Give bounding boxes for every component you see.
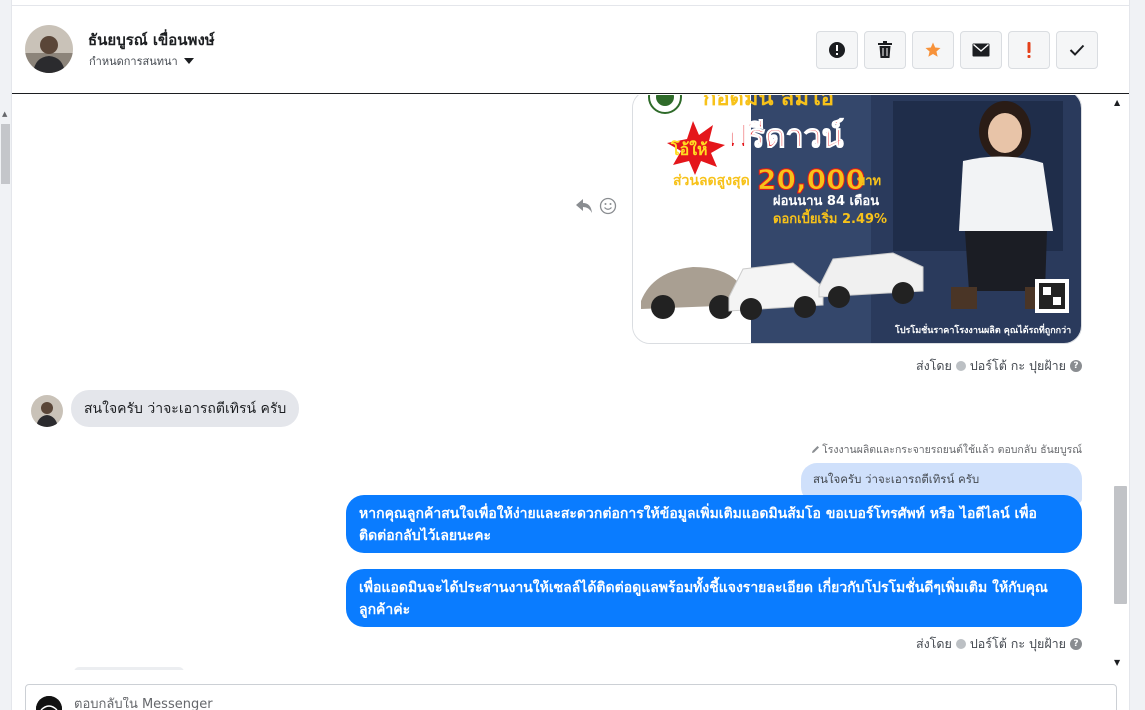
- message-actions: [575, 197, 617, 215]
- outgoing-message[interactable]: หากคุณลูกค้าสนใจเพื่อให้ง่ายและสะดวกต่อก…: [346, 495, 1082, 553]
- thread-scroll-thumb[interactable]: [1114, 486, 1127, 604]
- check-icon: [1069, 44, 1085, 56]
- done-button[interactable]: [1056, 31, 1098, 69]
- pencil-icon: [812, 446, 820, 453]
- reply-context: โรงงานผลิตและกระจายรถยนต์ใช้แล้ว ตอบกลับ…: [811, 441, 1082, 458]
- sent-by-info: ส่งโดย ปอร์โต้ กะ ปุยฝ้าย ?: [916, 356, 1082, 376]
- assign-conversation-label: กำหนดการสนทนา: [89, 55, 178, 68]
- sent-by-prefix: ส่งโดย: [915, 358, 952, 373]
- promo-image-attachment[interactable]: โอ้ให้ กอดมิน สมโอ ฟรีดาวน์ ส่วนลดสูงสุด…: [632, 95, 1082, 344]
- sent-check-icon: [955, 639, 966, 649]
- reply-composer[interactable]: [25, 684, 1117, 710]
- emoji-reaction-icon[interactable]: [599, 197, 617, 215]
- conversation-header: ธันยบูรณ์ เขื่อนพงษ์ กำหนดการสนทนา: [12, 6, 1129, 94]
- trash-icon: [878, 41, 892, 58]
- left-scrollbar[interactable]: ▲: [0, 0, 12, 710]
- page-avatar: [36, 696, 62, 710]
- page: ▲ ธันยบูรณ์ เขื่อนพงษ์ กำหนดการสนทนา โอ้…: [0, 0, 1145, 710]
- assign-conversation-dropdown[interactable]: กำหนดการสนทนา: [89, 52, 194, 70]
- help-icon[interactable]: ?: [1070, 638, 1082, 650]
- mark-unread-button[interactable]: [960, 31, 1002, 69]
- reply-icon[interactable]: [575, 198, 593, 214]
- help-icon[interactable]: ?: [1070, 360, 1082, 372]
- caret-down-icon: [183, 58, 194, 64]
- incoming-message[interactable]: สนใจครับ ว่าจะเอารถตีเทิรน์ ครับ: [71, 390, 300, 427]
- outgoing-message[interactable]: เพื่อแอดมินจะได้ประสานงานให้เซลล์ได้ติดต…: [346, 569, 1082, 627]
- contact-avatar-small[interactable]: [31, 395, 63, 427]
- reply-input[interactable]: [74, 697, 674, 710]
- ad-installment: ผ่อนนาน 84 เดือน: [773, 193, 879, 209]
- sent-by-prefix: ส่งโดย: [915, 636, 952, 651]
- ad-discount-value: 20,000: [757, 163, 865, 196]
- scroll-down-arrow-icon[interactable]: ▼: [1114, 658, 1120, 667]
- reply-context-text: โรงงานผลิตและกระจายรถยนต์ใช้แล้ว ตอบกลับ…: [822, 444, 1082, 456]
- ad-badge-text: โอ้ให้: [670, 139, 708, 159]
- conversation-toolbar: [816, 31, 1098, 69]
- star-button[interactable]: [912, 31, 954, 69]
- alert-circle-icon: [829, 42, 845, 58]
- follow-up-button[interactable]: [1008, 31, 1050, 69]
- ad-title: กอดมิน สมโอ: [703, 95, 834, 111]
- contact-name[interactable]: ธันยบูรณ์ เขื่อนพงษ์: [88, 28, 215, 52]
- sent-by-agent[interactable]: ปอร์โต้ กะ ปุยฝ้าย: [970, 634, 1066, 654]
- ad-discount-unit: บาท: [857, 174, 881, 189]
- message-thread[interactable]: โอ้ให้ กอดมิน สมโอ ฟรีดาวน์ ส่วนลดสูงสุด…: [12, 95, 1115, 670]
- contact-avatar[interactable]: [25, 25, 73, 73]
- scroll-up-arrow-icon[interactable]: ▲: [1114, 98, 1120, 107]
- page-scrollbar[interactable]: [1129, 0, 1145, 710]
- ad-discount-label: ส่วนลดสูงสุด: [673, 173, 750, 189]
- left-scroll-thumb[interactable]: [1, 124, 10, 184]
- ad-headline: ฟรีดาวน์: [725, 117, 844, 155]
- exclamation-icon: [1027, 42, 1031, 58]
- sent-by-agent[interactable]: ปอร์โต้ กะ ปุยฝ้าย: [970, 356, 1066, 376]
- sent-check-icon: [955, 361, 966, 371]
- star-icon: [925, 42, 941, 57]
- scroll-up-arrow-icon[interactable]: ▲: [2, 110, 7, 118]
- spam-button[interactable]: [816, 31, 858, 69]
- delete-button[interactable]: [864, 31, 906, 69]
- sent-by-info: ส่งโดย ปอร์โต้ กะ ปุยฝ้าย ?: [916, 634, 1082, 654]
- envelope-icon: [972, 43, 990, 57]
- next-message-placeholder: [74, 667, 184, 670]
